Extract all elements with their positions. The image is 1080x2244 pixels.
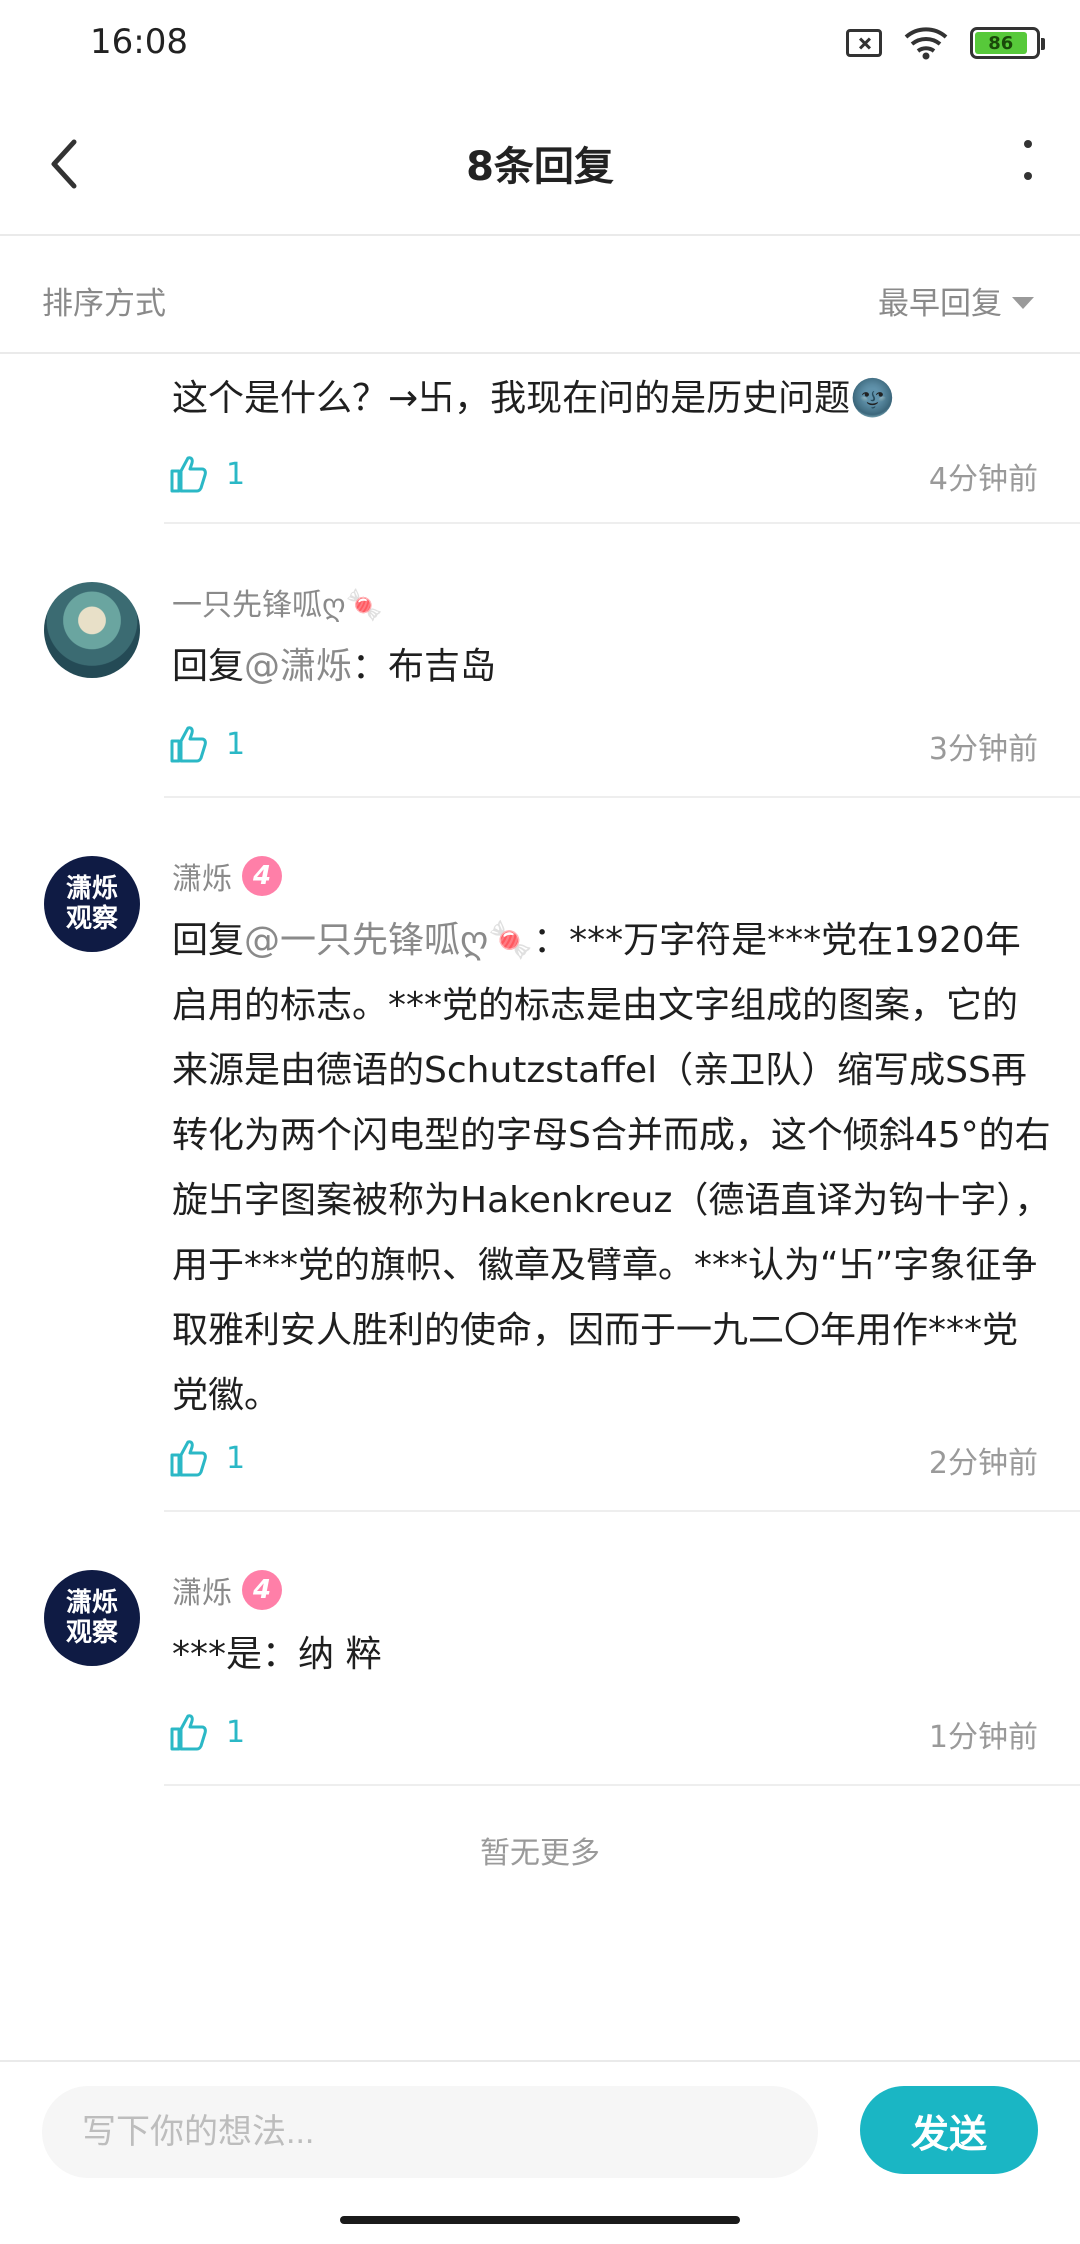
comment-text: 回复@潇烁：布吉岛	[172, 634, 1052, 699]
avatar-text: 潇烁	[65, 1588, 118, 1618]
reply-body: ：***万字符是***党在1920年启用的标志。***党的标志是由文字组成的图案…	[172, 920, 1051, 1416]
username[interactable]: 一只先锋呱ღ🍬	[172, 580, 383, 624]
reply-prefix: 回复	[172, 646, 245, 687]
sort-selected-value: 最早回复	[878, 286, 1002, 322]
avatar-text: 观察	[65, 904, 118, 934]
like-button[interactable]: 1	[168, 454, 245, 494]
username-text: 一只先锋呱ღ🍬	[172, 588, 383, 623]
more-options-icon[interactable]	[1016, 140, 1040, 180]
comment-text: 这个是什么？→卐，我现在问的是历史问题🌚	[172, 378, 895, 419]
comment-time: 4分钟前	[928, 462, 1038, 497]
level-badge: 4	[242, 1570, 282, 1610]
comment-item: 一只先锋呱ღ🍬 回复@潇烁：布吉岛 1 3分钟前	[0, 524, 1080, 798]
comment-time: 2分钟前	[928, 1446, 1038, 1481]
mention-link[interactable]: @潇烁	[244, 646, 352, 687]
comment-time: 1分钟前	[928, 1720, 1038, 1755]
avatar-text: 潇烁	[65, 874, 118, 904]
reply-body: ：布吉岛	[352, 646, 497, 687]
chevron-down-icon	[1012, 296, 1034, 309]
comment-text: 回复@一只先锋呱ღ🍬：***万字符是***党在1920年启用的标志。***党的标…	[172, 908, 1052, 1428]
comment-item: 潇烁 观察 潇烁 4 ***是：纳 粹 1 1分钟前	[0, 1512, 1080, 1786]
thumbs-up-icon	[170, 1714, 207, 1751]
username-text: 潇烁	[172, 1576, 232, 1611]
like-count: 1	[226, 456, 246, 492]
comment-input[interactable]	[42, 2086, 818, 2178]
thumbs-up-icon	[170, 1440, 207, 1477]
sort-label: 排序方式	[42, 286, 166, 322]
like-button[interactable]: 1	[168, 724, 245, 764]
thumbs-up-icon	[170, 456, 207, 493]
sort-dropdown[interactable]: 最早回复	[878, 278, 1034, 323]
like-count: 1	[226, 1714, 246, 1750]
battery-icon: 86	[970, 27, 1045, 59]
status-time: 16:08	[90, 22, 188, 62]
thumbs-up-icon	[170, 726, 207, 763]
sort-bar: 排序方式 最早回复	[0, 238, 1080, 354]
comment-composer: 发送	[0, 2060, 1080, 2200]
like-button[interactable]: 1	[168, 1712, 245, 1752]
level-badge: 4	[242, 856, 282, 896]
no-more-label: 暂无更多	[480, 1836, 600, 1871]
comment-text: ***是：纳 粹	[172, 1634, 382, 1675]
like-button[interactable]: 1	[168, 1438, 245, 1478]
status-icons: 86	[846, 26, 1045, 60]
page-title: 8条回复	[466, 144, 614, 190]
mention-link[interactable]: @一只先锋呱ღ🍬	[244, 920, 533, 961]
comment-item: 这个是什么？→卐，我现在问的是历史问题🌚 1 4分钟前	[0, 362, 1080, 524]
home-indicator[interactable]	[340, 2216, 740, 2224]
send-button[interactable]: 发送	[860, 2086, 1038, 2174]
username[interactable]: 潇烁 4	[172, 854, 282, 898]
app-header: 8条回复	[0, 90, 1080, 236]
like-count: 1	[226, 1440, 246, 1476]
battery-level: 86	[975, 32, 1027, 54]
comment-item: 潇烁 观察 潇烁 4 回复@一只先锋呱ღ🍬：***万字符是***党在1920年启…	[0, 798, 1080, 1512]
reply-prefix: 回复	[172, 920, 245, 961]
username[interactable]: 潇烁 4	[172, 1568, 282, 1612]
avatar[interactable]	[44, 582, 140, 678]
avatar[interactable]: 潇烁 观察	[44, 856, 140, 952]
like-count: 1	[226, 726, 246, 762]
username-text: 潇烁	[172, 862, 232, 897]
avatar-text: 观察	[65, 1618, 118, 1648]
no-sim-icon	[846, 29, 882, 57]
status-bar: 16:08 86	[0, 0, 1080, 90]
wifi-icon	[904, 27, 948, 60]
comment-time: 3分钟前	[928, 732, 1038, 767]
avatar[interactable]: 潇烁 观察	[44, 1570, 140, 1666]
divider	[164, 1784, 1080, 1786]
